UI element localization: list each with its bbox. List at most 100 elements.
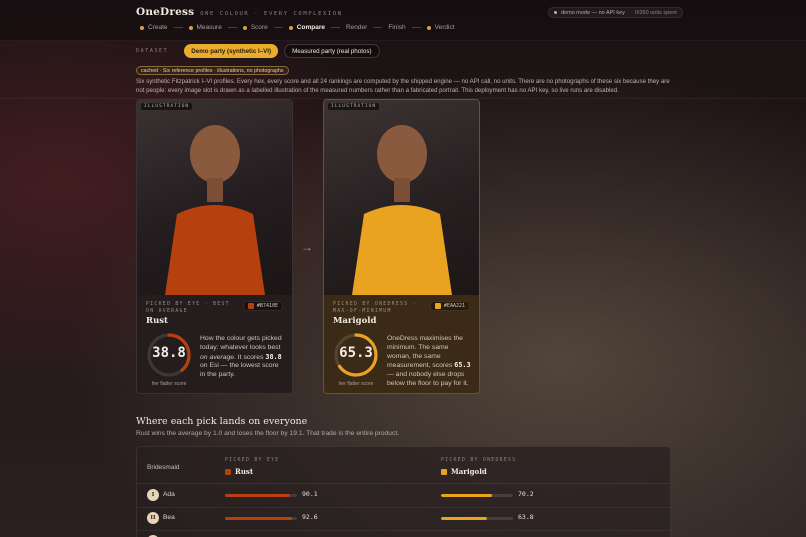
- demo-mode-badge: demo mode — no API key 0/260 units spent: [548, 7, 683, 18]
- dataset-option-measured[interactable]: Measured party (real photos): [284, 44, 380, 58]
- table-row: [137, 531, 670, 537]
- card-footer: PICKED BY EYE · BEST ON AVERAGE Rust #B7…: [137, 295, 292, 393]
- column-name-wrap: Rust: [225, 467, 279, 476]
- section-title: Where each pick lands on everyone: [136, 416, 308, 427]
- hex-chip: #EAA221: [429, 301, 470, 311]
- card-description: How the colour gets picked today: whatev…: [200, 335, 285, 380]
- bridesmaid-header: Bridesmaid: [147, 464, 180, 471]
- card-footer: PICKED BY ONEDRESS · MAX-OF-MINIMUM Mari…: [324, 295, 479, 393]
- portrait-illustration: ILLUSTRATION: [324, 100, 479, 295]
- section-subtitle: Rust wins the average by 1.0 and loses t…: [136, 430, 400, 437]
- column-name: Marigold: [451, 467, 487, 476]
- onedress-score-bar: [441, 494, 513, 497]
- column-caption: PICKED BY EYE: [225, 458, 280, 463]
- arrow-right-icon: →: [301, 240, 313, 254]
- comparison-table: Bridesmaid PICKED BY EYE Rust PICKED BY …: [136, 446, 671, 537]
- desc-part: How the colour gets picked today: whatev…: [200, 335, 282, 351]
- dataset-option-demo[interactable]: Demo party (synthetic I–VI): [184, 44, 279, 58]
- pick-label: PICKED BY ONEDRESS · MAX-OF-MINIMUM: [333, 302, 417, 314]
- step-dot-icon: [140, 25, 144, 30]
- desc-part: — and nobody else drops below the floor …: [387, 371, 469, 387]
- eye-column-header: PICKED BY EYE Rust: [225, 458, 279, 476]
- bar-fill: [441, 494, 492, 497]
- avatar: I: [147, 489, 159, 501]
- score-value: 38.8: [152, 345, 186, 361]
- colour-swatch-icon: [434, 303, 441, 309]
- desc-part: . It scores: [234, 353, 266, 361]
- dataset-selector: DATASET Demo party (synthetic I–VI) Meas…: [136, 44, 380, 58]
- bar-fill: [441, 517, 487, 520]
- bar-fill: [225, 494, 290, 497]
- cached-chip: cached · Six reference profiles · illust…: [136, 66, 289, 75]
- table-row: II Bea 92.6 63.8: [137, 508, 670, 531]
- onedress-column-header: PICKED BY ONEDRESS Marigold: [441, 458, 516, 476]
- colour-name: Rust: [146, 316, 168, 326]
- step-measure[interactable]: Measure: [188, 24, 222, 31]
- column-caption: PICKED BY ONEDRESS: [441, 458, 517, 463]
- step-finish[interactable]: Finish: [388, 24, 405, 31]
- pick-card-onedress: ILLUSTRATION PICKED BY ONEDRESS · MAX-OF…: [323, 99, 480, 394]
- score-value: 65.3: [339, 345, 373, 361]
- step-label: Create: [148, 24, 168, 31]
- table-row: I Ada 90.1 70.2: [137, 485, 670, 508]
- intro-text: Six synthetic Fitzpatrick I–VI profiles.…: [136, 78, 670, 95]
- step-separator: [173, 27, 183, 28]
- step-separator: [330, 27, 340, 28]
- pick-card-eye: ILLUSTRATION PICKED BY EYE · BEST ON AVE…: [136, 99, 293, 394]
- step-separator: [273, 27, 283, 28]
- step-separator: [411, 27, 421, 28]
- step-dot-icon: [426, 25, 431, 30]
- step-separator: [227, 27, 237, 28]
- hex-chip: #B7410E: [242, 301, 283, 311]
- hex-value: #EAA221: [443, 303, 465, 309]
- score-gauge: 38.8 her flatter score: [146, 332, 192, 387]
- step-label: Finish: [388, 24, 406, 31]
- avatar: II: [147, 512, 159, 524]
- illustration-tag: ILLUSTRATION: [328, 103, 380, 110]
- desc-number: 65.3: [454, 361, 471, 370]
- desc-number: 38.8: [265, 352, 282, 361]
- step-label: Score: [250, 24, 268, 31]
- desc-part: on Esi — the lowest score in the party.: [200, 362, 279, 379]
- step-dot-icon: [242, 25, 247, 30]
- colour-swatch-icon: [247, 303, 254, 309]
- column-name: Rust: [235, 467, 254, 476]
- step-nav: Create Measure Score Compare Render Fini…: [140, 24, 455, 31]
- figure-illustration-icon: [165, 125, 265, 295]
- brand: OneDress ONE COLOUR · EVERY COMPLEXION: [136, 6, 343, 18]
- column-name-wrap: Marigold: [441, 467, 516, 476]
- step-dot-icon: [188, 25, 193, 30]
- step-label: Compare: [296, 24, 325, 31]
- portrait-illustration: ILLUSTRATION: [137, 100, 292, 295]
- colour-swatch-icon: [225, 468, 231, 475]
- status-dot-icon: [554, 11, 557, 14]
- step-score[interactable]: Score: [242, 24, 268, 31]
- eye-score-bar: [225, 517, 297, 520]
- step-create[interactable]: Create: [140, 24, 168, 31]
- onedress-score-value: 70.2: [518, 490, 534, 498]
- desc-emphasis: on average: [200, 353, 235, 361]
- colour-swatch-icon: [441, 468, 447, 475]
- illustration-tag: ILLUSTRATION: [141, 103, 193, 110]
- score-gauge: 65.3 her flatter score: [333, 332, 379, 387]
- eye-score-bar: [225, 494, 297, 497]
- brand-tagline: ONE COLOUR · EVERY COMPLEXION: [200, 11, 343, 17]
- step-verdict[interactable]: Verdict: [426, 24, 455, 31]
- dataset-label: DATASET: [136, 48, 169, 54]
- step-label: Render: [345, 24, 368, 31]
- pick-label: PICKED BY EYE · BEST ON AVERAGE: [146, 302, 230, 314]
- step-compare[interactable]: Compare: [288, 24, 325, 31]
- eye-score-value: 90.1: [302, 490, 318, 498]
- brand-name: OneDress: [136, 6, 195, 18]
- card-description: OneDress maximises the minimum. The same…: [387, 335, 472, 389]
- step-dot-icon: [288, 25, 293, 30]
- top-bar: OneDress ONE COLOUR · EVERY COMPLEXION d…: [0, 0, 806, 41]
- onedress-score-bar: [441, 517, 513, 520]
- header-divider: [137, 483, 670, 484]
- demo-mode-text: demo mode — no API key: [561, 9, 625, 16]
- bridesmaid-name: Bea: [163, 514, 175, 521]
- step-render[interactable]: Render: [346, 24, 367, 31]
- hex-value: #B7410E: [256, 303, 278, 309]
- step-label: Measure: [196, 24, 222, 31]
- desc-part: OneDress maximises the minimum. The same…: [387, 335, 463, 370]
